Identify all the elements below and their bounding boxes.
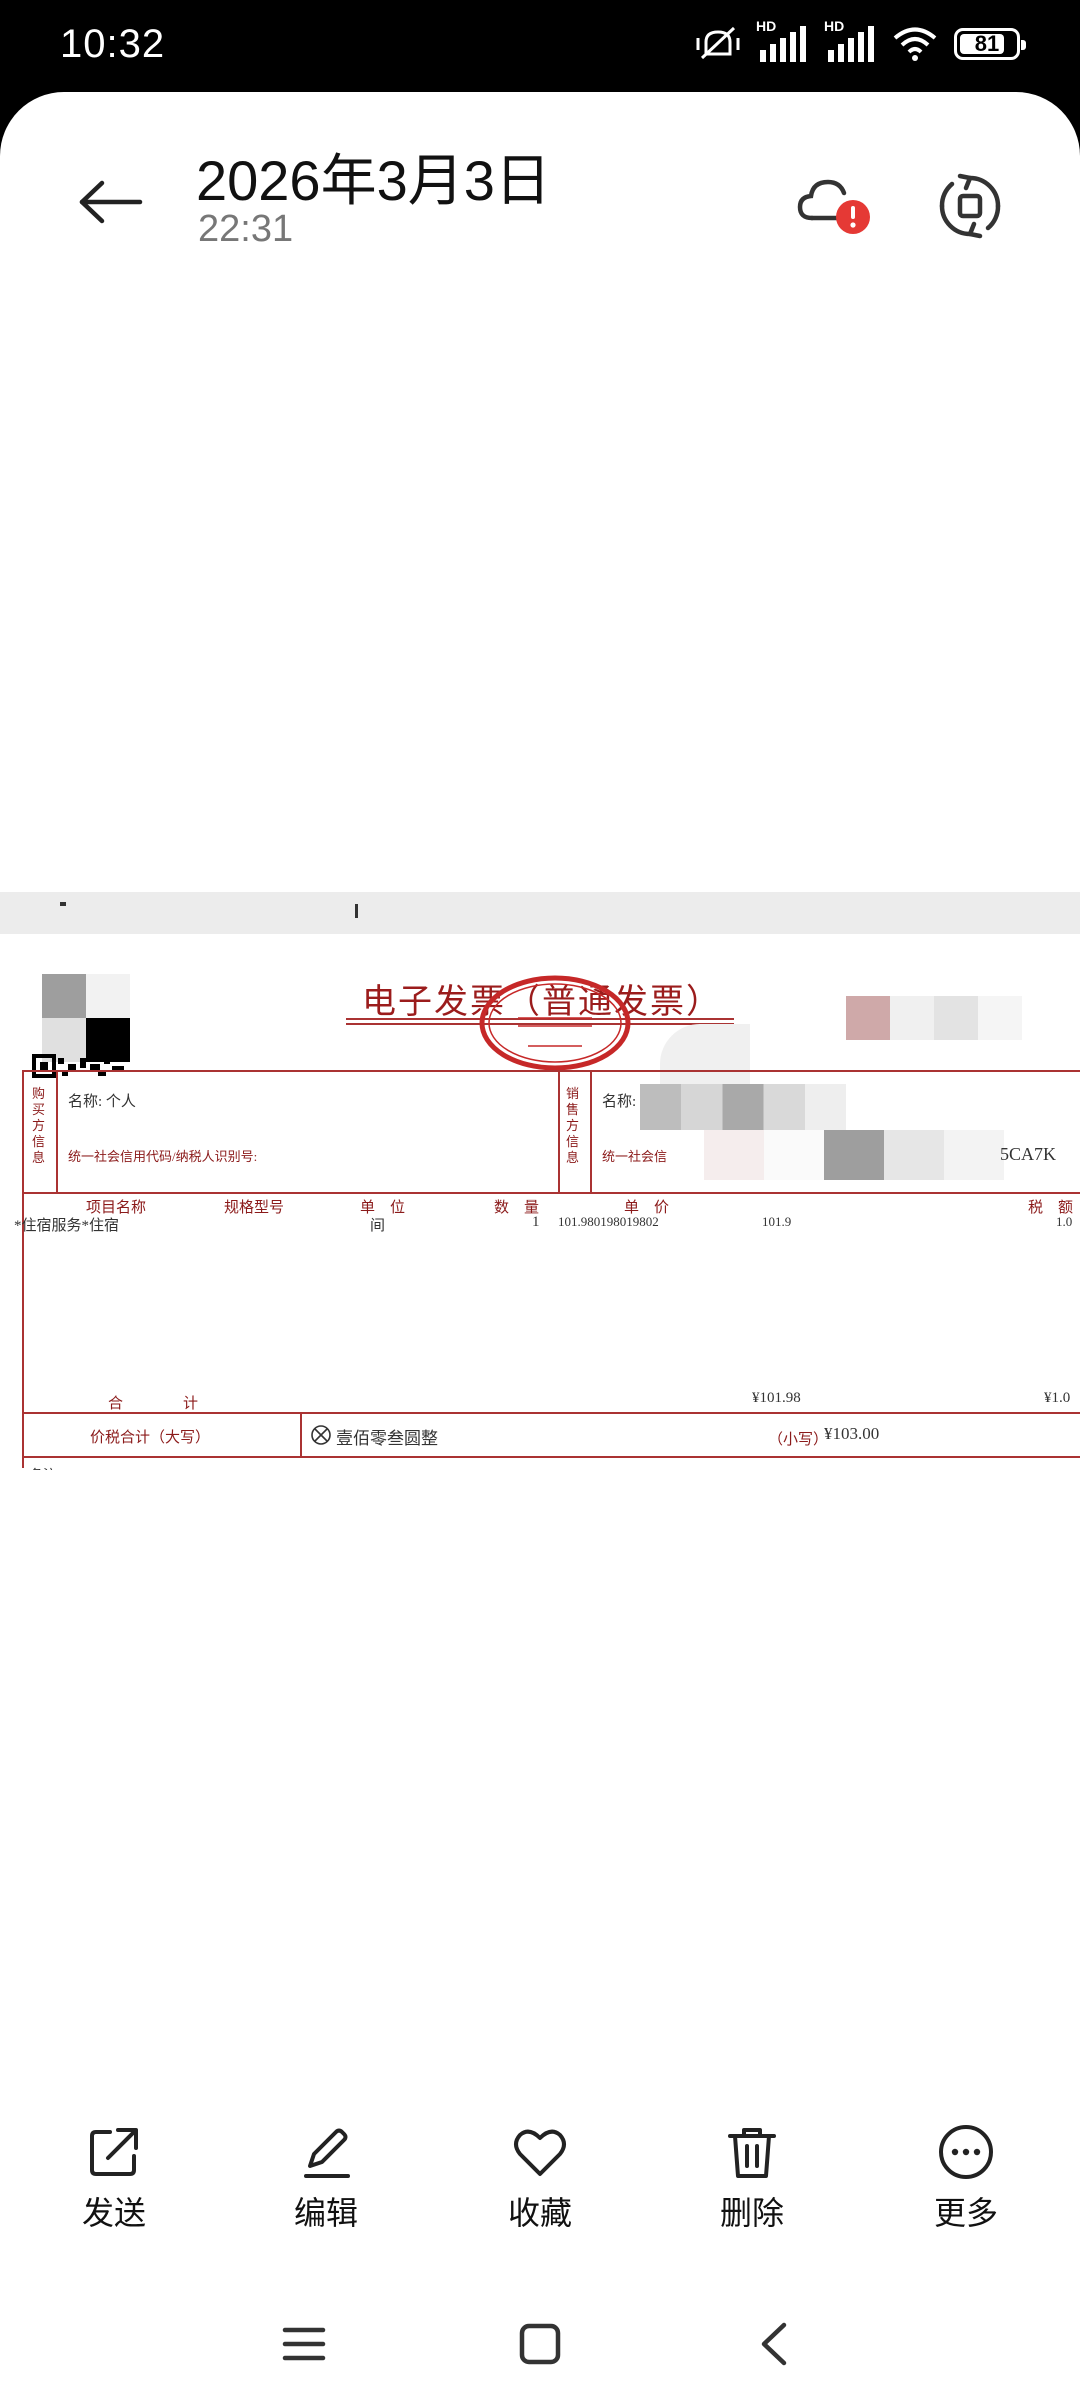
blurred-region [846, 996, 1022, 1040]
page-subtitle-time: 22:31 [198, 208, 294, 250]
status-icons: HD HD 81 [696, 18, 1026, 64]
battery-icon: 81 [954, 28, 1026, 60]
home-icon [519, 2323, 561, 2365]
official-stamp [479, 975, 631, 1071]
favorite-label: 收藏 [507, 2194, 572, 2232]
mute-vibrate-icon [696, 26, 740, 60]
signal-1-icon: HD [756, 18, 808, 64]
nav-menu-button[interactable] [264, 2304, 344, 2384]
cloud-alert-icon [797, 179, 870, 234]
grand-total-label: 价税合计（大写） [90, 1430, 211, 1446]
network-label: HD [824, 18, 845, 34]
rotate-button[interactable] [930, 166, 1010, 246]
wifi-icon [893, 27, 937, 61]
share-label: 发送 [81, 2194, 146, 2232]
system-navigation-bar [0, 2290, 1080, 2400]
back-arrow-icon [79, 180, 143, 224]
nav-back-button[interactable] [734, 2304, 814, 2384]
menu-icon [282, 2327, 326, 2361]
grand-total-small-label: （小写） [768, 1432, 829, 1448]
cloud-sync-button[interactable] [796, 166, 876, 246]
pencil-icon [304, 2128, 350, 2178]
more-button[interactable]: 更多 [896, 2110, 1036, 2250]
status-bar: 10:32 HD HD 81 [0, 0, 1080, 96]
more-icon [939, 2125, 993, 2179]
heart-icon [514, 2129, 566, 2176]
page-title: 2026年3月3日 [196, 149, 551, 212]
image-top-strip [0, 892, 1080, 934]
share-button[interactable]: 发送 [44, 2110, 184, 2250]
seller-tax-id-tail: 5CA7K [1000, 1144, 1057, 1164]
clock: 10:32 [60, 22, 166, 66]
invoice-document: 电子发票（普通发票） 购买方信息 销售方信息 名称: 个人 统一社会信用代码/纳… [0, 934, 1080, 1512]
seller-section-label: 销售方信息 [566, 1086, 580, 1165]
row-unit: 间 [370, 1218, 386, 1234]
rotate-icon [939, 173, 1001, 239]
edit-button[interactable]: 编辑 [256, 2110, 396, 2250]
total-label: 合 计 [108, 1396, 199, 1412]
signal-2-icon: HD [824, 18, 876, 64]
row-amount: 101.9 [762, 1214, 792, 1229]
total-tax: ¥1.0 [1044, 1390, 1071, 1406]
cross-circle-icon [311, 1425, 331, 1445]
total-amount: ¥101.98 [752, 1390, 801, 1406]
trash-icon [728, 2128, 776, 2178]
back-icon [761, 2322, 787, 2366]
share-icon [90, 2128, 138, 2176]
buyer-tax-id-label: 统一社会信用代码/纳税人识别号: [68, 1149, 258, 1164]
edit-label: 编辑 [293, 2194, 358, 2232]
row-tax: 1.0 [1056, 1214, 1073, 1229]
back-button[interactable] [66, 162, 156, 242]
nav-home-button[interactable] [500, 2304, 580, 2384]
viewer-sheet: 2026年3月3日 22:31 电子发票（普通发票） 购买方信息 销售方信息 名… [0, 92, 1080, 2400]
qr-code-image [32, 974, 130, 1078]
invoice-table: 购买方信息 销售方信息 名称: 个人 统一社会信用代码/纳税人识别号: 名称: … [14, 1070, 1080, 1470]
row-qty: 1 [532, 1214, 540, 1230]
more-label: 更多 [933, 2194, 998, 2232]
delete-button[interactable]: 删除 [682, 2110, 822, 2250]
network-label: HD [756, 18, 777, 34]
buyer-name: 名称: 个人 [68, 1094, 136, 1110]
favorite-button[interactable]: 收藏 [470, 2110, 610, 2250]
bottom-toolbar: 发送 编辑 收藏 删除 更多 [0, 2110, 1080, 2260]
seller-tax-id-label: 统一社会信 [602, 1149, 668, 1164]
row-price: 101.980198019802 [558, 1214, 659, 1229]
buyer-section-label: 购买方信息 [32, 1086, 46, 1165]
grand-total-small: ¥103.00 [824, 1424, 880, 1443]
battery-percent: 81 [974, 31, 1000, 56]
row-item: *住宿服务*住宿 [14, 1218, 120, 1234]
remarks-label: 备注 [30, 1464, 56, 1470]
seller-name: 名称: [602, 1094, 637, 1110]
col-header-spec: 规格型号 [224, 1200, 285, 1216]
delete-label: 删除 [719, 2194, 784, 2232]
grand-total-words: 壹佰零叁圆整 [336, 1429, 438, 1448]
invoice-image[interactable]: 电子发票（普通发票） 购买方信息 销售方信息 名称: 个人 统一社会信用代码/纳… [0, 892, 1080, 1512]
